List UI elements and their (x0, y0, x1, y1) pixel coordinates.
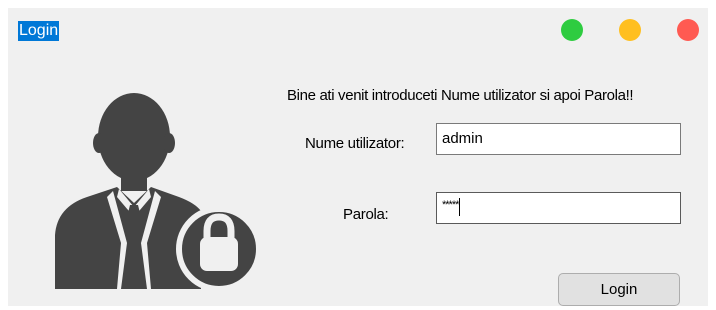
window-control-green[interactable] (561, 19, 583, 41)
password-value: ***** (442, 199, 459, 211)
username-input[interactable]: admin (436, 123, 681, 155)
password-label: Parola: (343, 206, 389, 223)
text-caret (459, 198, 461, 217)
login-button[interactable]: Login (558, 273, 680, 306)
welcome-message: Bine ati venit introduceti Nume utilizat… (287, 87, 634, 104)
window-control-yellow[interactable] (619, 19, 641, 41)
login-window: Login Bine ati venit introduceti Nume ut… (8, 8, 708, 306)
username-value: admin (442, 130, 483, 147)
window-title: Login (18, 21, 60, 41)
window-control-red[interactable] (677, 19, 699, 41)
username-label: Nume utilizator: (305, 135, 405, 152)
password-input[interactable]: ***** (436, 192, 681, 224)
user-lock-icon (55, 93, 262, 289)
